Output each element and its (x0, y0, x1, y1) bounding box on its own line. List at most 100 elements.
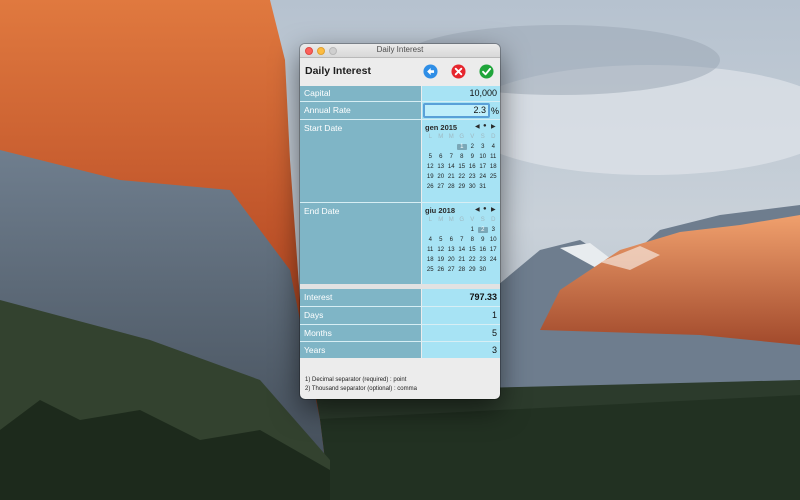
calendar-day[interactable]: 13 (436, 164, 447, 170)
calendar-day-selected[interactable]: 2 (477, 227, 488, 233)
calendar-day[interactable]: 29 (467, 267, 478, 273)
calendar-day[interactable]: 8 (457, 154, 468, 160)
start-date-label: Start Date (300, 120, 421, 202)
weekday-header: S (480, 134, 485, 140)
calendar-day[interactable]: 11 (488, 154, 499, 160)
days-value: 1 (422, 307, 500, 324)
calendar-day[interactable]: 7 (457, 237, 468, 243)
capital-label: Capital (300, 86, 421, 101)
calendar-day[interactable]: 10 (478, 154, 489, 160)
calendar-day[interactable]: 25 (488, 174, 499, 180)
calendar-day[interactable]: 3 (478, 144, 489, 150)
end-date-label: End Date (300, 203, 421, 284)
interest-value: 797.33 (422, 289, 500, 306)
calendar-day[interactable]: 28 (457, 267, 468, 273)
calendar-day[interactable]: 4 (488, 144, 499, 150)
daily-interest-window: Daily Interest Daily Interest Capital 10… (300, 44, 500, 399)
weekday-header: D (491, 134, 496, 140)
calendar-day[interactable]: 24 (488, 257, 499, 263)
end-date-calendar[interactable]: giu 2018 ◀ ● ▶ L M M G V S D 1 2 3 4 5 6 7 8 9 10 11 12 13 1… (422, 203, 500, 284)
calendar-day[interactable]: 9 (478, 237, 489, 243)
calendar-month-label: gen 2015 (425, 123, 458, 132)
today-button[interactable]: ● (483, 206, 487, 212)
today-button[interactable]: ● (483, 123, 487, 129)
calendar-day[interactable]: 26 (425, 184, 436, 190)
calendar-day[interactable]: 4 (425, 237, 436, 243)
annual-rate-input[interactable]: 2.3 (423, 103, 490, 118)
confirm-button[interactable] (479, 64, 494, 79)
calendar-day[interactable]: 31 (478, 184, 489, 190)
calendar-day[interactable]: 29 (457, 184, 468, 190)
calendar-day[interactable]: 19 (436, 257, 447, 263)
months-label: Months (300, 325, 421, 341)
separator-notes: 1) Decimal separator (required) : point … (305, 376, 417, 394)
weekday-header: L (428, 134, 432, 140)
calendar-day[interactable]: 17 (478, 164, 489, 170)
calendar-day[interactable]: 16 (467, 164, 478, 170)
calendar-day[interactable]: 24 (478, 174, 489, 180)
start-date-calendar[interactable]: gen 2015 ◀ ● ▶ L M M G V S D 1 2 3 4 5 6 7 8 9 10 11 12 13 1… (422, 120, 500, 202)
calendar-day[interactable]: 22 (457, 174, 468, 180)
calendar-day-selected[interactable]: 1 (456, 144, 467, 150)
calendar-day[interactable]: 12 (436, 247, 447, 253)
calendar-day[interactable]: 13 (446, 247, 457, 253)
calendar-day[interactable]: 17 (488, 247, 499, 253)
calendar-day[interactable]: 23 (467, 174, 478, 180)
calendar-day[interactable]: 15 (457, 164, 468, 170)
percent-unit: % (491, 106, 500, 116)
back-button[interactable] (423, 64, 438, 79)
calendar-day[interactable]: 21 (457, 257, 468, 263)
calendar-day[interactable]: 27 (436, 184, 447, 190)
weekday-header: V (470, 134, 475, 140)
calendar-day[interactable]: 28 (446, 184, 457, 190)
next-month-button[interactable]: ▶ (491, 206, 496, 213)
calendar-day[interactable]: 30 (467, 184, 478, 190)
calendar-day[interactable]: 19 (425, 174, 436, 180)
interest-label: Interest (300, 289, 421, 306)
calendar-day[interactable]: 12 (425, 164, 436, 170)
calendar-day[interactable]: 9 (467, 154, 478, 160)
calendar-day[interactable]: 30 (478, 267, 489, 273)
calendar-day[interactable]: 14 (446, 164, 457, 170)
calendar-day[interactable]: 20 (446, 257, 457, 263)
weekday-header: G (459, 217, 465, 223)
window-titlebar[interactable]: Daily Interest (300, 44, 500, 58)
capital-input[interactable]: 10,000 (422, 86, 500, 101)
checkmark-icon (479, 64, 494, 79)
calendar-day[interactable]: 26 (436, 267, 447, 273)
cancel-button[interactable] (451, 64, 466, 79)
weekday-header: M (438, 134, 444, 140)
weekday-header: L (428, 217, 432, 223)
prev-month-button[interactable]: ◀ (475, 206, 480, 213)
calendar-day[interactable]: 2 (467, 144, 478, 150)
annual-rate-label: Annual Rate (300, 102, 421, 119)
app-title: Daily Interest (305, 65, 371, 77)
calendar-day[interactable]: 5 (436, 237, 447, 243)
weekday-header: G (459, 134, 465, 140)
calendar-day[interactable]: 14 (457, 247, 468, 253)
calendar-day[interactable]: 22 (467, 257, 478, 263)
calendar-day[interactable]: 25 (425, 267, 436, 273)
calendar-day[interactable]: 27 (446, 267, 457, 273)
toolbar: Daily Interest (300, 59, 500, 85)
calendar-day[interactable]: 3 (488, 227, 499, 233)
prev-month-button[interactable]: ◀ (475, 123, 480, 130)
window-title: Daily Interest (376, 45, 424, 54)
calendar-day[interactable]: 11 (425, 247, 436, 253)
calendar-day[interactable]: 7 (446, 154, 457, 160)
calendar-day[interactable]: 21 (446, 174, 457, 180)
calendar-day[interactable]: 1 (467, 227, 478, 233)
calendar-day[interactable]: 15 (467, 247, 478, 253)
calendar-day[interactable]: 6 (446, 237, 457, 243)
calendar-day[interactable]: 16 (478, 247, 489, 253)
next-month-button[interactable]: ▶ (491, 123, 496, 130)
calendar-day[interactable]: 10 (488, 237, 499, 243)
calendar-day[interactable]: 5 (425, 154, 436, 160)
calendar-day[interactable]: 6 (436, 154, 447, 160)
note-thousand-separator: 2) Thousand separator (optional) : comma (305, 386, 417, 392)
calendar-day[interactable]: 18 (425, 257, 436, 263)
calendar-day[interactable]: 18 (488, 164, 499, 170)
calendar-day[interactable]: 8 (467, 237, 478, 243)
calendar-day[interactable]: 23 (478, 257, 489, 263)
calendar-day[interactable]: 20 (436, 174, 447, 180)
